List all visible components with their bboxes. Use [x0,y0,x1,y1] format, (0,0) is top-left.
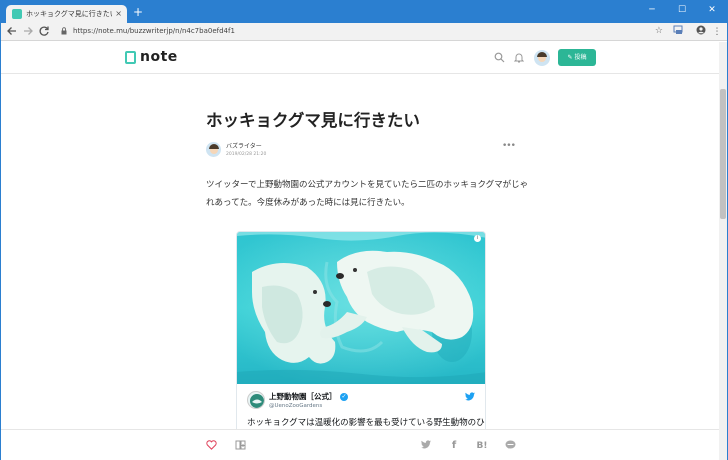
polar-bears-photo [237,232,485,384]
facebook-icon[interactable]: f [448,440,460,452]
tweet-text: ホッキョクグマは温暖化の影響を最も受けている野生動物のひ [247,418,485,428]
magazine-icon[interactable] [234,440,246,452]
forward-button[interactable] [21,24,35,38]
info-icon[interactable]: i [474,235,481,242]
action-bar: f B! [1,429,719,460]
hatena-bookmark-icon[interactable]: B! [476,440,488,452]
page-content: note ✎ 投稿 ホッキョクグマ見に行きたい バズライター 2019/02/2… [1,42,719,460]
post-button-label: 投稿 [574,54,587,61]
post-button[interactable]: ✎ 投稿 [558,49,596,66]
maximize-button[interactable]: ☐ [667,1,697,21]
back-button[interactable] [5,24,19,38]
verified-badge-icon: ✓ [340,393,348,401]
arrow-right-icon [24,27,33,35]
twitter-bird-icon[interactable] [465,392,475,401]
author-avatar[interactable] [206,142,221,157]
line-icon[interactable] [504,440,516,452]
reload-button[interactable] [37,24,51,38]
new-tab-button[interactable]: + [131,5,145,19]
lock-icon [61,27,67,35]
page-scrollbar[interactable] [719,42,727,460]
article-title: ホッキョクグマ見に行きたい [206,111,420,130]
close-window-button[interactable]: ✕ [697,1,727,21]
note-logo-icon [125,51,136,64]
site-header: note ✎ 投稿 [1,42,719,74]
tab-title: ホッキョクグマ見に行きたい｜バズライ [26,10,112,18]
scrollbar-thumb[interactable] [720,89,726,219]
bell-icon[interactable] [513,52,525,64]
author-name[interactable]: バズライター [226,143,262,151]
browser-toolbar: https://note.mu/buzzwriterjp/n/n4c7ba0ef… [1,23,727,41]
reload-icon [39,26,49,36]
menu-kebab-icon[interactable]: ⋮ [710,25,724,39]
browser-window: ホッキョクグマ見に行きたい｜バズライ × + ─ ☐ ✕ https://not… [0,0,728,460]
publish-date: 2019/02/28 21:20 [226,152,267,157]
twitter-icon[interactable] [420,440,432,452]
address-bar[interactable]: https://note.mu/buzzwriterjp/n/n4c7ba0ef… [59,24,667,39]
tweet-account-name[interactable]: 上野動物園［公式］ [269,392,337,402]
note-favicon-icon [12,9,22,19]
user-avatar[interactable] [534,50,550,66]
article-body: ツイッターで上野動物園の公式アカウントを見ていたら二匹のホッキョクグマがじゃれあ… [206,180,529,208]
tab-strip: ホッキョクグマ見に行きたい｜バズライ × + ─ ☐ ✕ [1,1,727,23]
more-options-icon[interactable]: ••• [502,142,516,151]
search-icon[interactable] [493,52,505,64]
extension-icon[interactable] [671,25,685,39]
zoo-avatar[interactable] [247,391,265,409]
browser-tab[interactable]: ホッキョクグマ見に行きたい｜バズライ × [6,5,127,23]
tab-close-icon[interactable]: × [115,8,122,19]
url-text: https://note.mu/buzzwriterjp/n/n4c7ba0ef… [73,27,235,35]
zoo-logo-icon [250,394,264,408]
bookmark-star-icon[interactable]: ☆ [655,24,663,39]
heart-icon[interactable] [205,440,217,452]
logo-text: note [140,49,178,65]
arrow-left-icon [7,27,16,35]
embedded-tweet[interactable]: i 上野動物園［公式］ ✓ @UenoZooGardens ホッキョクグマは温暖… [236,231,486,460]
profile-icon[interactable] [694,25,708,39]
minimize-button[interactable]: ─ [637,1,667,21]
tweet-handle[interactable]: @UenoZooGardens [269,403,322,410]
